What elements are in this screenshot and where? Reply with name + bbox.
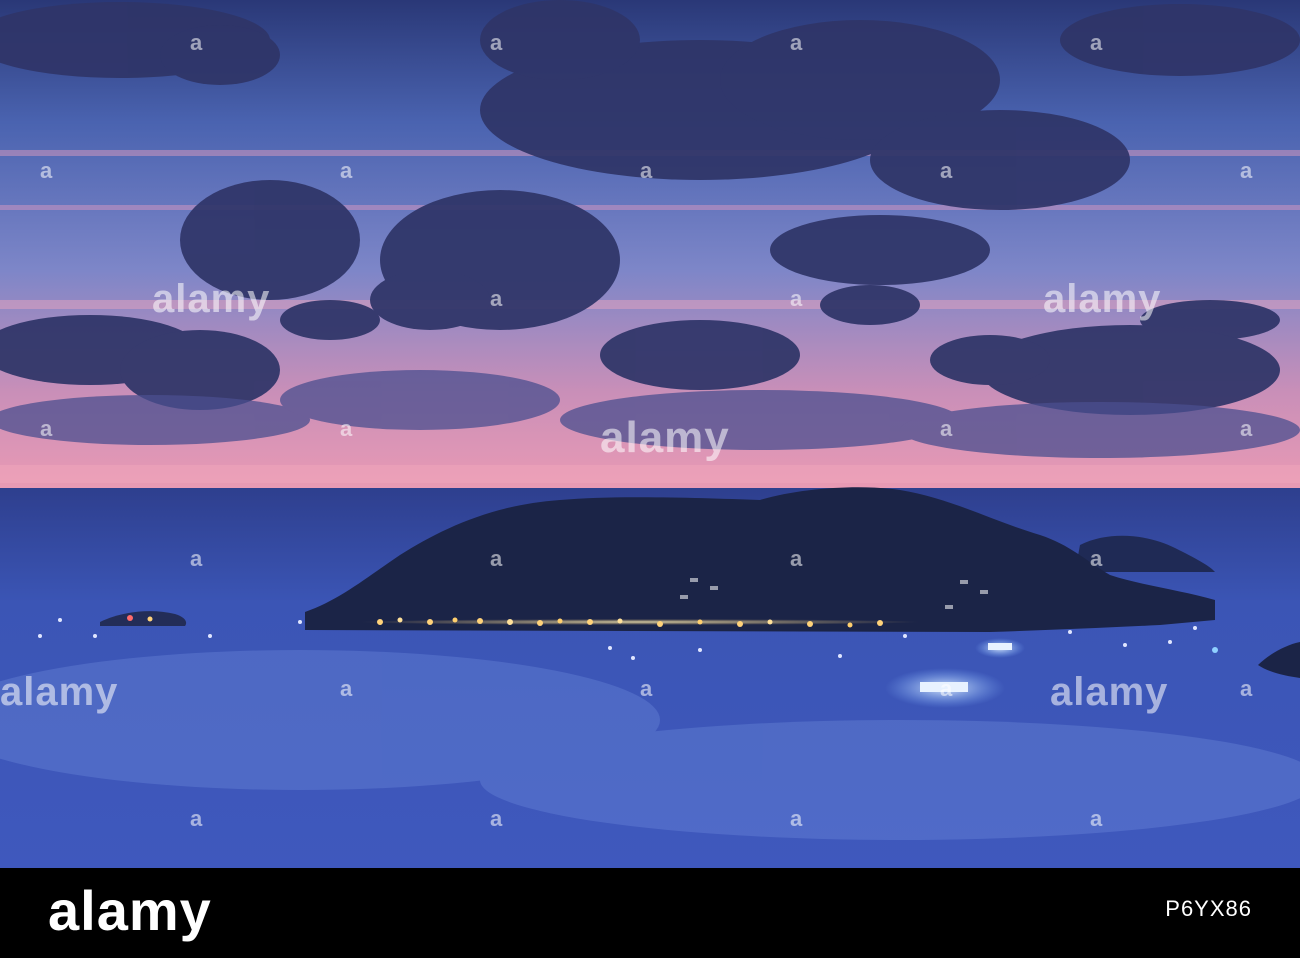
watermark-center: alamy [600,413,730,462]
watermark-a-16: a [190,546,203,571]
watermark-lower-left: alamy [0,670,118,714]
watermark-a-20: a [340,676,353,701]
watermark-a-5: a [40,158,53,183]
watermark-upper-left: alamy [152,277,270,321]
image-id: P6YX86 [1165,896,1252,921]
watermark-a-12: a [40,416,53,441]
watermark-a-1: a [190,30,203,55]
watermark-a-22: a [940,676,953,701]
watermark-a-8: a [940,158,953,183]
watermark-a-3: a [790,30,803,55]
watermark-lower-right: alamy [1050,670,1168,714]
watermark-a-24: a [190,806,203,831]
watermark-a-18: a [790,546,803,571]
watermark-a-25: a [490,806,503,831]
footer-logo[interactable]: alamy [48,876,212,946]
watermark-a-19: a [1090,546,1103,571]
watermark-a-21: a [640,676,653,701]
image-frame: alamy alamy alamy alamy alamy a a a a a … [0,0,1300,958]
watermark-a-10: a [490,286,503,311]
watermark-a-9: a [1240,158,1253,183]
watermark-a-6: a [340,158,353,183]
watermark-a-7: a [640,158,653,183]
watermark-upper-right: alamy [1043,277,1161,321]
watermark-a-14: a [940,416,953,441]
watermark-a-13: a [340,416,353,441]
watermark-a-15: a [1240,416,1253,441]
watermark-a-26: a [790,806,803,831]
watermark-a-23: a [1240,676,1253,701]
watermark-a-11: a [790,286,803,311]
photo-dusk-island: alamy alamy alamy alamy alamy a a a a a … [0,0,1300,868]
watermark-a-27: a [1090,806,1103,831]
watermark-a-17: a [490,546,503,571]
watermark-a-2: a [490,30,503,55]
footer-bar: alamy P6YX86 [0,868,1300,958]
watermark-a-4: a [1090,30,1103,55]
